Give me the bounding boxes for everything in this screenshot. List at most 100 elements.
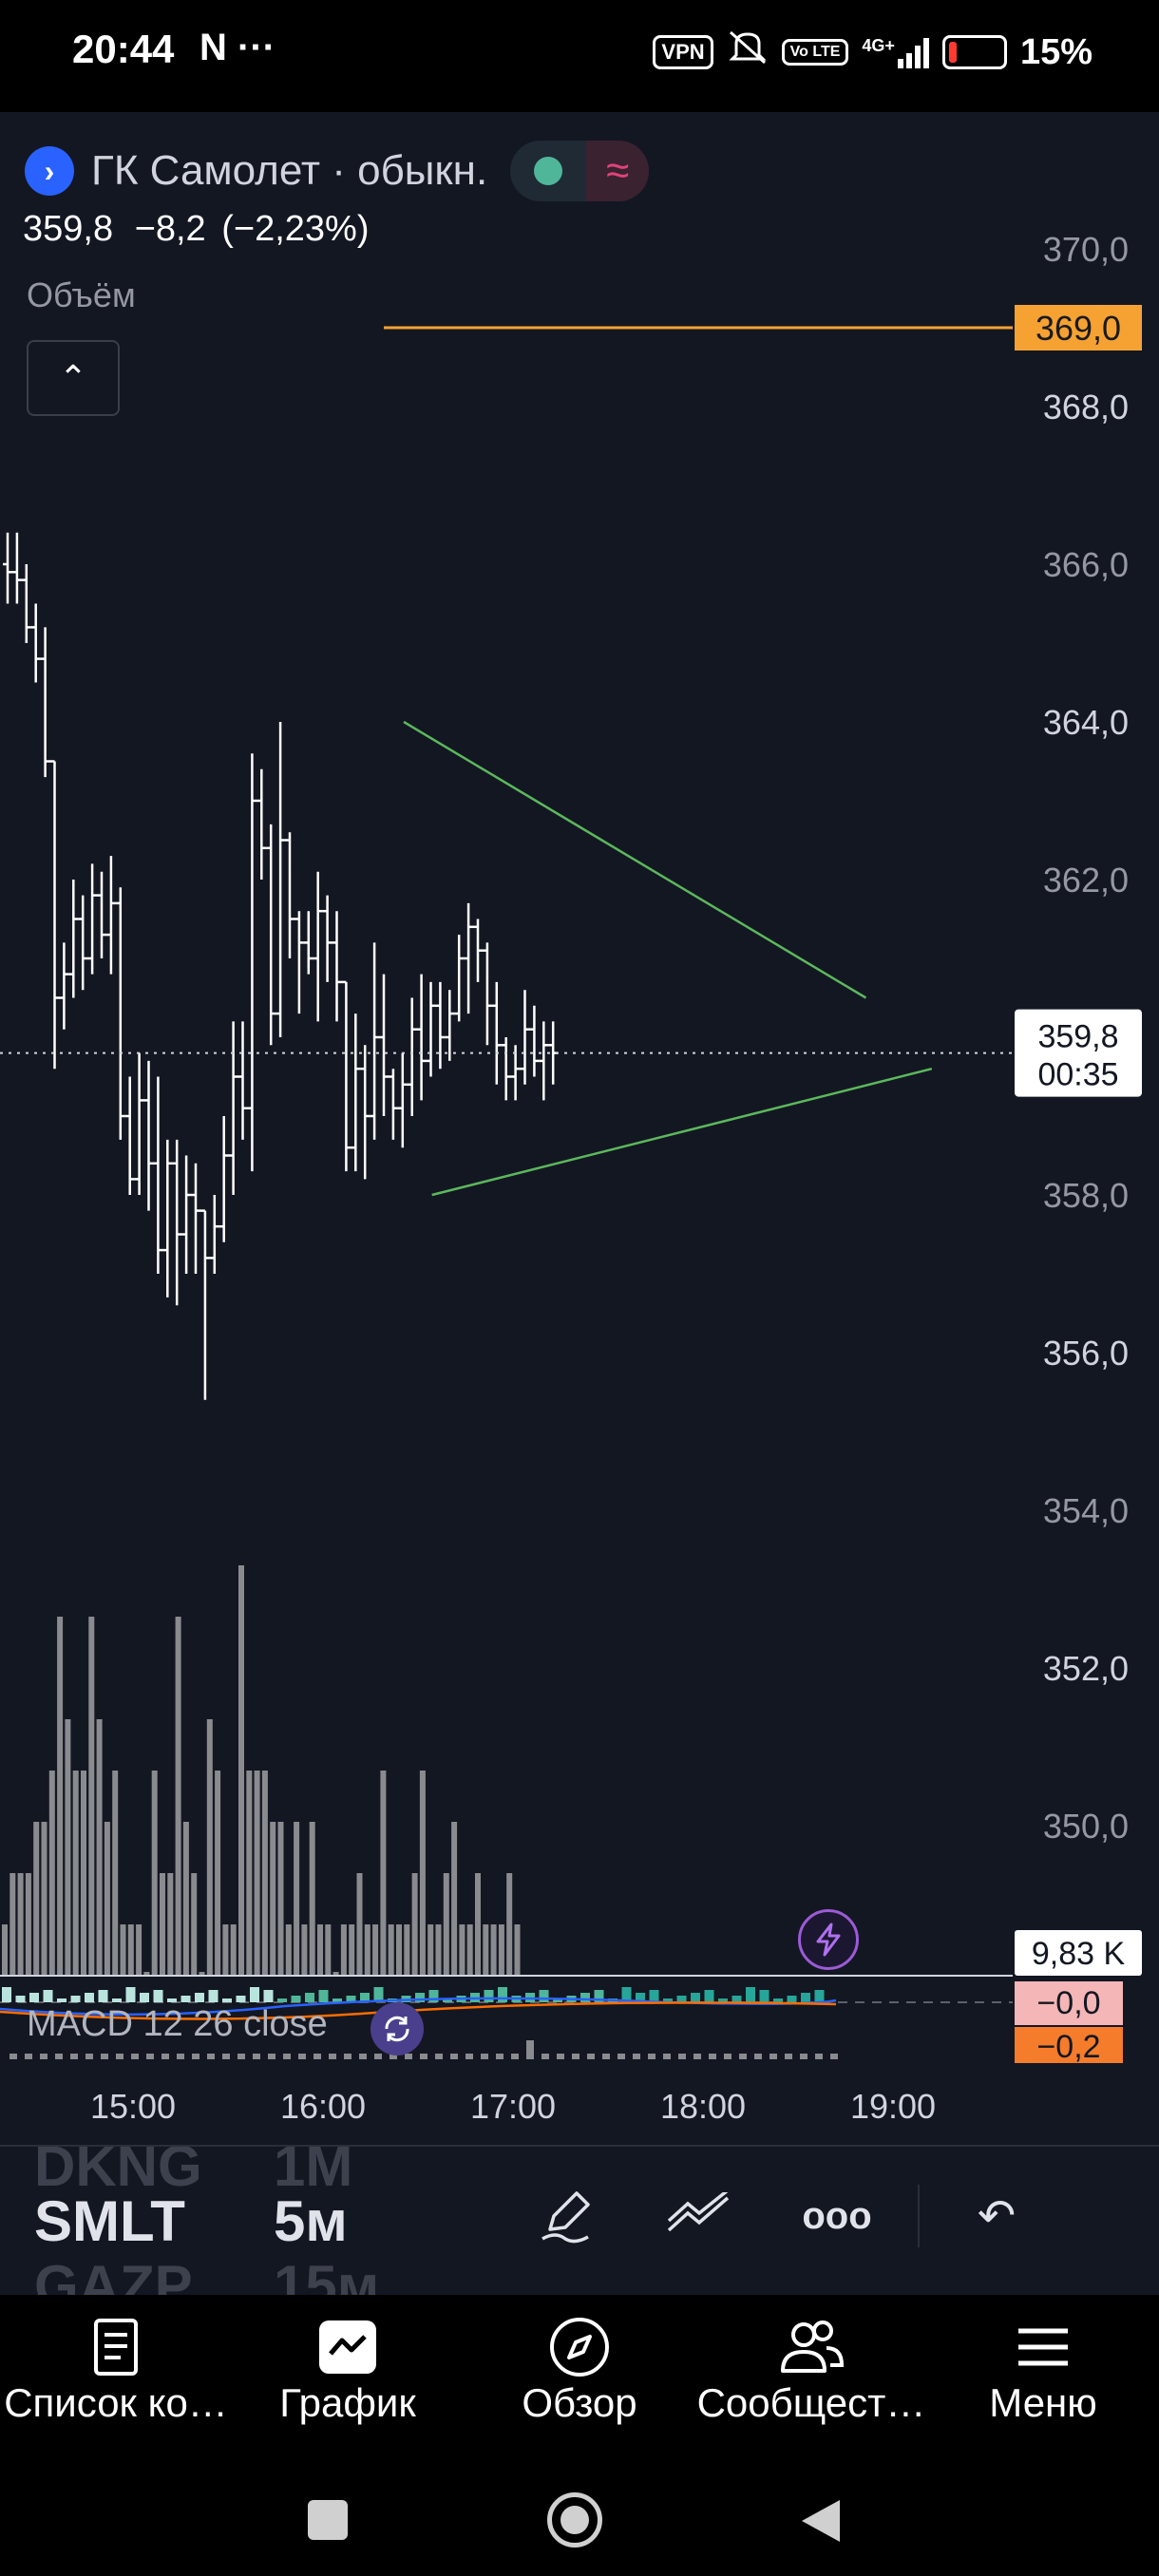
ticker-current[interactable]: SMLT	[34, 2188, 185, 2254]
volume-bar	[349, 1924, 355, 1976]
macd-volume-bar	[131, 2054, 139, 2059]
hamburger-menu-icon	[1015, 2314, 1072, 2380]
symbol-header[interactable]: › ГК Самолет · обыкн. ≈	[25, 141, 650, 201]
volume-bar	[136, 1924, 142, 1976]
macd-volume-bar	[420, 2054, 428, 2059]
volume-bar	[466, 1924, 473, 1976]
macd-volume-bar	[618, 2054, 625, 2059]
market-status-toggle[interactable]: ≈	[510, 141, 650, 201]
nav-overview[interactable]: Обзор	[464, 2295, 695, 2462]
macd-volume-bar	[572, 2054, 580, 2059]
trendline-tool-icon[interactable]	[665, 2183, 732, 2249]
nav-chart[interactable]: График	[232, 2295, 464, 2462]
macd-volume-bar	[466, 2054, 473, 2059]
macd-histogram-bar	[250, 1987, 259, 2002]
volume-bar	[498, 1924, 504, 1976]
price-tick-label: 370,0	[1043, 230, 1129, 269]
ticker-next[interactable]: GAZP	[34, 2253, 193, 2297]
volume-bar	[88, 1617, 95, 1976]
volume-bar	[514, 1924, 521, 1976]
nav-community[interactable]: Сообщест…	[695, 2295, 927, 2462]
volte-icon: Vo LTE	[781, 39, 849, 66]
macd-volume-bar	[10, 2054, 17, 2059]
volume-bar	[151, 1771, 158, 1976]
volume-bar	[404, 1924, 410, 1976]
back-icon[interactable]	[798, 2496, 844, 2550]
timeframe-current[interactable]: 5м	[274, 2188, 348, 2254]
macd-histogram-bar	[759, 1990, 770, 2002]
volume-bar	[411, 1873, 418, 1976]
macd-histogram-bar	[85, 1993, 94, 2002]
macd-volume-bar	[55, 2054, 63, 2059]
macd-histogram-bar	[691, 1993, 700, 2002]
time-axis-label: 19:00	[850, 2087, 936, 2126]
price-tick-label: 364,0	[1043, 703, 1129, 742]
price-tick-label: 352,0	[1043, 1649, 1129, 1688]
volume-bar	[246, 1771, 253, 1976]
volume-indicator-label[interactable]: Объём	[27, 275, 136, 315]
volume-bar	[428, 1924, 434, 1976]
macd-histogram-bar	[153, 1990, 163, 2002]
macd-histogram-bar	[167, 1998, 177, 2002]
macd-value-label-2: −0,2	[1036, 2029, 1100, 2065]
volume-bar	[17, 1873, 24, 1976]
recent-apps-icon[interactable]	[308, 2500, 348, 2540]
volume-bar	[475, 1873, 481, 1976]
macd-histogram-bar	[208, 1990, 218, 2002]
macd-histogram-bar	[277, 1998, 287, 2002]
undo-icon[interactable]: ↶	[963, 2183, 1030, 2249]
time-axis-label: 18:00	[660, 2087, 746, 2126]
trendline	[403, 720, 867, 999]
macd-volume-bar	[253, 2054, 260, 2059]
macd-histogram-bar	[704, 1990, 714, 2002]
volume-bar	[160, 1873, 165, 1976]
volume-bar	[120, 1924, 126, 1976]
collapse-legend-button[interactable]: ⌃	[27, 340, 120, 416]
nav-menu[interactable]: Меню	[927, 2295, 1159, 2462]
volume-bar	[72, 1771, 79, 1976]
more-tools-button[interactable]: ooo	[802, 2183, 871, 2249]
macd-histogram-bar	[746, 1987, 755, 2002]
time-axis-label: 17:00	[470, 2087, 556, 2126]
macd-volume-bar	[739, 2054, 747, 2059]
home-icon[interactable]	[547, 2492, 602, 2548]
macd-histogram-bar	[291, 1996, 301, 2002]
macd-indicator-label[interactable]: MACD 12 26 close	[27, 2004, 328, 2045]
macd-histogram-bar	[580, 1993, 590, 2002]
macd-volume-bar	[283, 2054, 291, 2059]
price-chart[interactable]: 370,0368,0366,0364,0362,0360,0358,0356,0…	[0, 112, 1159, 2145]
macd-volume-bar	[496, 2054, 504, 2059]
macd-volume-bar	[709, 2054, 716, 2059]
symbol-title[interactable]: ГК Самолет · обыкн.	[91, 147, 487, 195]
volume-bar	[325, 1924, 332, 1976]
volume-bar	[25, 1873, 31, 1976]
flash-icon[interactable]	[798, 1909, 859, 1970]
battery-icon	[941, 35, 1007, 69]
macd-volume-bar	[830, 2054, 838, 2059]
macd-volume-bar	[633, 2054, 640, 2059]
status-bar: 20:44 N ··· VPN Vo LTE 4G+ 15%	[0, 0, 1159, 112]
nav-watchlist[interactable]: Список ко…	[0, 2295, 232, 2462]
volume-bar	[388, 1924, 394, 1976]
market-open-dot-icon	[510, 141, 586, 201]
macd-volume-bar	[542, 2054, 549, 2059]
volume-bar	[222, 1924, 229, 1976]
pencil-icon[interactable]	[532, 2183, 598, 2249]
alert-price-label: 369,0	[1036, 309, 1121, 348]
quote-price: 359,8	[23, 209, 114, 249]
macd-histogram-bar	[415, 1993, 425, 2002]
macd-histogram-bar	[498, 1987, 507, 2002]
macd-volume-bar	[557, 2054, 564, 2059]
nav-overview-label: Обзор	[522, 2380, 637, 2425]
volume-bar	[364, 1924, 370, 1976]
refresh-icon[interactable]	[370, 2002, 424, 2055]
macd-histogram-bar	[263, 1990, 274, 2002]
chart-area[interactable]: 370,0368,0366,0364,0362,0360,0358,0356,0…	[0, 112, 1159, 2145]
macd-histogram-bar	[112, 1998, 122, 2002]
macd-volume-bar	[724, 2054, 732, 2059]
macd-histogram-bar	[787, 1996, 797, 2002]
volume-bar	[309, 1822, 315, 1976]
macd-histogram-bar	[43, 1990, 53, 2002]
network-type: 4G+	[862, 36, 895, 55]
timeframe-next[interactable]: 15м	[274, 2253, 379, 2297]
